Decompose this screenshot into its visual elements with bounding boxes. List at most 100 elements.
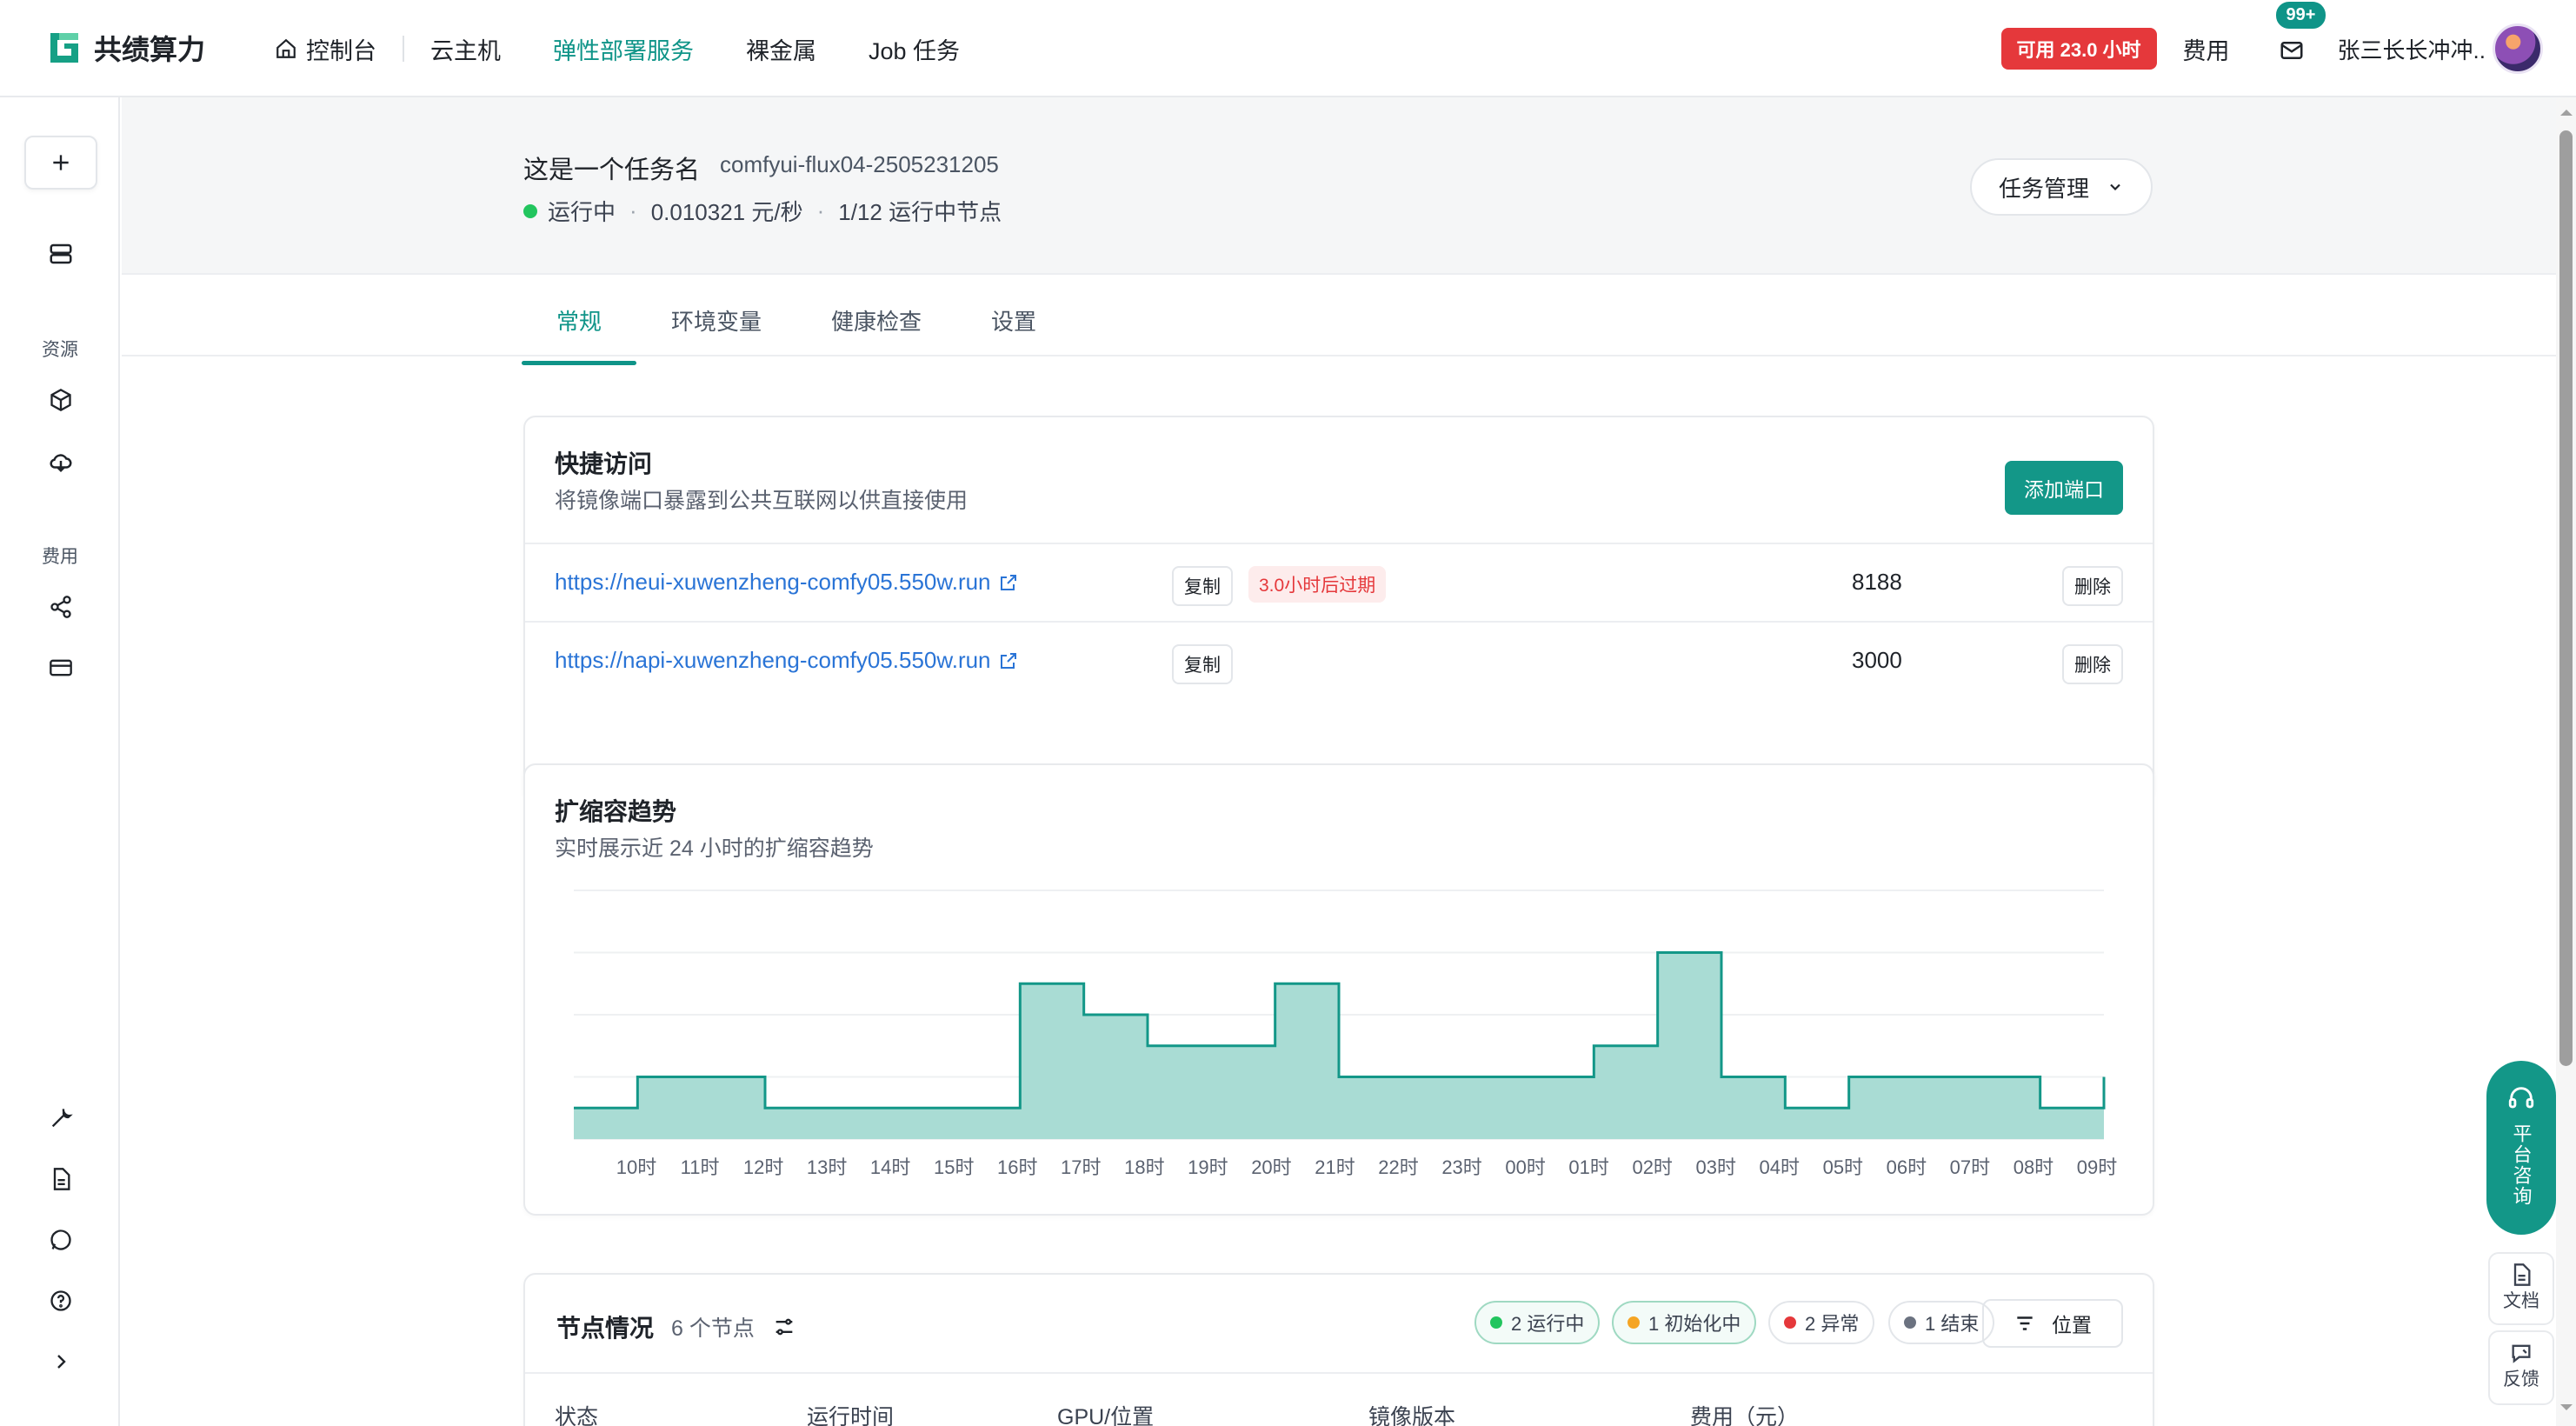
scroll-down-icon bbox=[2560, 1404, 2573, 1410]
filter-error[interactable]: 2 异常 bbox=[1768, 1301, 1875, 1344]
sidebar-item-storage[interactable] bbox=[45, 445, 77, 476]
delete-button[interactable]: 删除 bbox=[2062, 566, 2123, 606]
filter-running[interactable]: 2 运行中 bbox=[1474, 1301, 1601, 1344]
copy-button[interactable]: 复制 bbox=[1172, 566, 1233, 606]
main-content: 这是一个任务名 comfyui-flux04-2505231205 运行中 · … bbox=[122, 97, 2556, 1426]
sidebar-item-help[interactable] bbox=[45, 1285, 77, 1316]
tab-health-check[interactable]: 健康检查 bbox=[796, 277, 956, 363]
x-tick-label: 08时 bbox=[2014, 1156, 2053, 1178]
package-icon bbox=[50, 388, 71, 412]
headset-icon bbox=[2508, 1087, 2534, 1109]
x-tick-label: 11时 bbox=[681, 1156, 720, 1178]
x-tick-label: 03时 bbox=[1695, 1156, 1735, 1178]
scrollbar-thumb[interactable] bbox=[2559, 130, 2573, 1066]
chat-icon bbox=[50, 1229, 71, 1250]
available-hours-badge[interactable]: 可用 23.0 小时 bbox=[2000, 28, 2157, 70]
nav-job[interactable]: Job 任务 bbox=[842, 31, 986, 66]
plus-icon bbox=[53, 155, 69, 170]
port-url: https://neui-xuwenzheng-comfy05.550w.run bbox=[555, 569, 991, 595]
x-tick-label: 22时 bbox=[1378, 1156, 1418, 1178]
sidebar-section-resources: 资源 bbox=[42, 340, 78, 360]
copy-button[interactable]: 复制 bbox=[1172, 644, 1233, 684]
task-meta: 运行中 · 0.010321 元/秒 · 1/12 运行中节点 bbox=[523, 195, 1002, 227]
left-sidebar: 资源 费用 bbox=[0, 97, 120, 1426]
brand-name: 共绩算力 bbox=[94, 34, 206, 65]
main-nav: 控制台 云主机 弹性部署服务 裸金属 Job 任务 bbox=[249, 0, 986, 97]
filter-initializing[interactable]: 1 初始化中 bbox=[1612, 1301, 1757, 1344]
credit-card-icon bbox=[50, 659, 72, 676]
help-icon bbox=[50, 1290, 71, 1311]
x-tick-label: 16时 bbox=[997, 1156, 1037, 1178]
nodes-title: 节点情况 bbox=[556, 1315, 655, 1342]
fee-link[interactable]: 费用 bbox=[2183, 32, 2230, 66]
task-status: 运行中 bbox=[548, 199, 616, 225]
nav-console[interactable]: 控制台 bbox=[249, 31, 403, 66]
x-tick-label: 23时 bbox=[1441, 1156, 1481, 1178]
quick-access-subtitle: 将镜像端口暴露到公共互联网以供直接使用 bbox=[555, 489, 968, 513]
x-tick-label: 17时 bbox=[1061, 1156, 1101, 1178]
brand-logo[interactable]: 共绩算力 bbox=[47, 28, 205, 68]
sidebar-item-tools[interactable] bbox=[45, 1103, 77, 1134]
x-tick-label: 05时 bbox=[1823, 1156, 1863, 1178]
x-tick-label: 21时 bbox=[1315, 1156, 1355, 1178]
sidebar-item-messages[interactable] bbox=[45, 1224, 77, 1256]
sidebar-item-share[interactable] bbox=[45, 591, 77, 623]
wrench-icon bbox=[51, 1109, 73, 1128]
x-tick-label: 06时 bbox=[1887, 1156, 1927, 1178]
running-dot bbox=[1490, 1316, 1502, 1329]
share-icon bbox=[50, 596, 71, 618]
consult-button[interactable]: 平台咨询 bbox=[2486, 1061, 2556, 1235]
nav-cloud-host[interactable]: 云主机 bbox=[404, 31, 527, 66]
create-button[interactable] bbox=[24, 136, 97, 190]
error-dot bbox=[1784, 1316, 1796, 1329]
nav-job-label: Job 任务 bbox=[869, 37, 961, 64]
port-url-link[interactable]: https://neui-xuwenzheng-comfy05.550w.run bbox=[555, 569, 1019, 596]
position-sort-button[interactable]: 位置 bbox=[1982, 1299, 2123, 1348]
nav-elastic-deploy[interactable]: 弹性部署服务 bbox=[527, 31, 720, 66]
nodes-header-divider bbox=[525, 1372, 2153, 1374]
username[interactable]: 张三长长冲冲.. bbox=[2338, 33, 2486, 65]
sort-icon bbox=[2017, 1316, 2033, 1330]
position-label: 位置 bbox=[2052, 1314, 2092, 1336]
avatar[interactable] bbox=[2493, 23, 2543, 74]
mail-button[interactable]: 99+ bbox=[2273, 0, 2329, 63]
task-manage-dropdown[interactable]: 任务管理 bbox=[1970, 158, 2153, 216]
col-runtime: 运行时间 bbox=[807, 1405, 895, 1426]
filter-settings-icon[interactable] bbox=[772, 1315, 796, 1339]
x-tick-label: 15时 bbox=[934, 1156, 974, 1178]
initializing-dot bbox=[1627, 1316, 1640, 1329]
task-manage-label: 任务管理 bbox=[1998, 175, 2089, 202]
tab-general[interactable]: 常规 bbox=[522, 277, 637, 365]
sidebar-item-images[interactable] bbox=[45, 384, 77, 416]
task-price: 0.010321 元/秒 bbox=[650, 199, 803, 225]
nodes-card: 节点情况 6 个节点 2 运行中 1 初始化中 2 异常 1 结束 位置 状态 … bbox=[523, 1273, 2154, 1426]
nav-console-label: 控制台 bbox=[306, 37, 376, 64]
tab-env-vars[interactable]: 环境变量 bbox=[636, 277, 796, 363]
sidebar-expand-button[interactable] bbox=[45, 1346, 77, 1377]
document-icon bbox=[53, 1168, 70, 1190]
x-tick-label: 04时 bbox=[1760, 1156, 1800, 1178]
task-header: 这是一个任务名 comfyui-flux04-2505231205 运行中 · … bbox=[122, 97, 2556, 275]
sidebar-item-billing[interactable] bbox=[45, 652, 77, 683]
x-tick-label: 09时 bbox=[2077, 1156, 2117, 1178]
filter-ended[interactable]: 1 结束 bbox=[1888, 1301, 1995, 1344]
task-name: 这是一个任务名 bbox=[523, 157, 701, 184]
nav-bare-metal[interactable]: 裸金属 bbox=[720, 31, 842, 66]
col-gpu-location: GPU/位置 bbox=[1057, 1405, 1155, 1426]
add-port-button[interactable]: 添加端口 bbox=[2005, 461, 2123, 515]
mail-icon bbox=[2280, 42, 2303, 59]
sidebar-item-servers[interactable] bbox=[45, 238, 77, 270]
port-url-link[interactable]: https://napi-xuwenzheng-comfy05.550w.run bbox=[555, 647, 1019, 674]
docs-label: 文档 bbox=[2503, 1291, 2539, 1311]
col-fee: 费用（元） bbox=[1690, 1405, 1800, 1426]
filter-ended-label: 1 结束 bbox=[1925, 1313, 1980, 1335]
feedback-helper-button[interactable]: 反馈 bbox=[2488, 1330, 2554, 1405]
x-tick-label: 13时 bbox=[807, 1156, 847, 1178]
nav-bare-metal-label: 裸金属 bbox=[746, 37, 816, 64]
filter-initializing-label: 1 初始化中 bbox=[1648, 1313, 1741, 1335]
sidebar-item-docs[interactable] bbox=[45, 1163, 77, 1195]
port-url: https://napi-xuwenzheng-comfy05.550w.run bbox=[555, 647, 991, 673]
docs-helper-button[interactable]: 文档 bbox=[2488, 1252, 2554, 1325]
tab-settings[interactable]: 设置 bbox=[956, 277, 1071, 363]
delete-button[interactable]: 删除 bbox=[2062, 644, 2123, 684]
